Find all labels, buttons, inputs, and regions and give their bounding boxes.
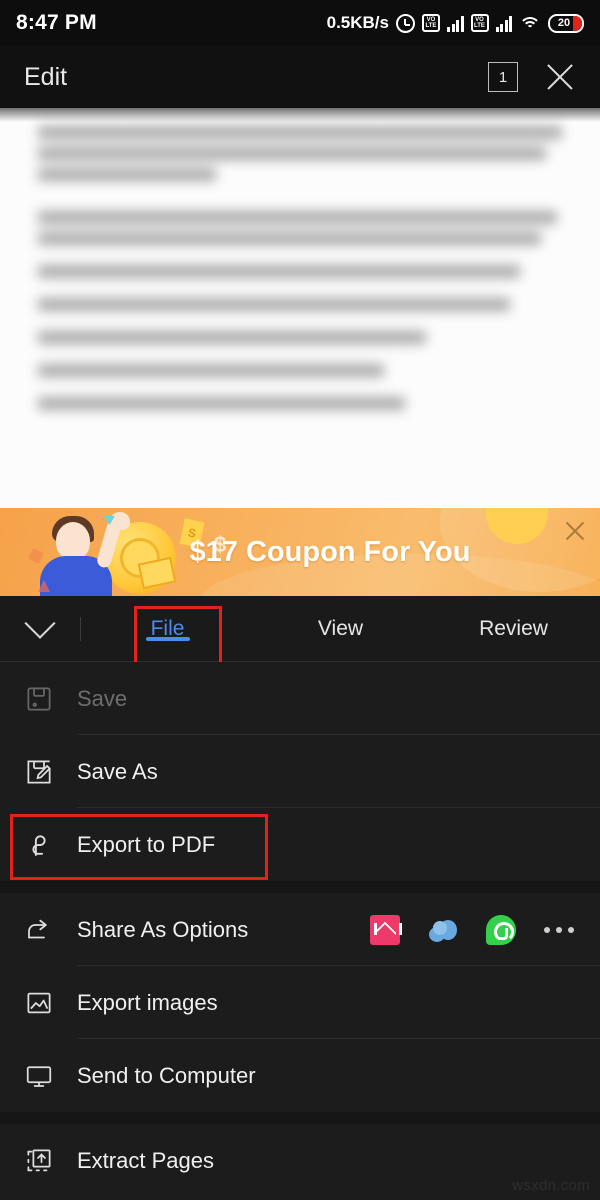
banner-close-icon[interactable] — [564, 520, 586, 542]
menu-item-export-to-pdf-label: Export to PDF — [77, 831, 216, 857]
menu-item-send-to-computer[interactable]: Send to Computer — [0, 1039, 600, 1112]
collapse-ribbon-button[interactable] — [0, 607, 80, 640]
status-icons: 0.5KB/s VO LTE VO LTE 20 — [327, 13, 584, 33]
menu-item-share-as-options[interactable]: Share As Options — [0, 893, 600, 966]
document-top-shadow — [0, 108, 600, 122]
tab-view-label: View — [317, 616, 364, 640]
page-title: Edit — [24, 62, 68, 91]
document-blurred-text — [38, 126, 562, 410]
chevron-down-icon — [24, 607, 56, 639]
save-as-icon — [0, 757, 77, 787]
banner-title: $17 Coupon For You — [189, 535, 471, 568]
cloud-icon[interactable] — [428, 915, 458, 945]
share-icon — [0, 915, 77, 945]
whatsapp-icon[interactable] — [486, 914, 516, 945]
status-bar: 8:47 PM 0.5KB/s VO LTE VO LTE 20 — [0, 0, 600, 46]
wifi-icon — [519, 15, 541, 32]
watermark: wsxdn.com — [512, 1177, 590, 1194]
signal-sim1-icon — [447, 15, 464, 32]
ribbon-tab-bar: File View Review — [0, 596, 600, 662]
save-icon — [0, 684, 77, 714]
menu-item-extract-pages[interactable]: Extract Pages — [0, 1124, 600, 1197]
menu-item-share-as-options-label: Share As Options — [77, 916, 249, 942]
network-speed-label: 0.5KB/s — [326, 13, 389, 32]
coupon-banner[interactable]: S $ $17 Coupon For You — [0, 508, 600, 596]
image-icon — [0, 988, 77, 1018]
menu-item-export-to-pdf[interactable]: Export to PDF — [0, 808, 600, 881]
tab-active-underline — [145, 636, 190, 641]
menu-item-extract-pages-label: Extract Pages — [77, 1147, 214, 1173]
status-clock: 8:47 PM — [16, 11, 97, 34]
export-pdf-icon — [0, 830, 77, 860]
file-menu-list: Save Save As Export to PDF Share As Opti… — [0, 662, 600, 1197]
more-icon[interactable] — [544, 915, 574, 945]
battery-percent-label: 20 — [557, 17, 571, 29]
menu-item-export-images[interactable]: Export images — [0, 966, 600, 1039]
app-bar-actions: 1 — [488, 61, 576, 93]
monitor-icon — [0, 1061, 77, 1091]
app-bar: Edit 1 — [0, 46, 600, 108]
menu-group-divider — [0, 881, 600, 893]
alarm-icon — [396, 13, 415, 33]
close-icon[interactable] — [544, 61, 576, 93]
menu-item-save-label: Save — [77, 685, 128, 711]
email-icon[interactable] — [370, 914, 402, 945]
tab-view[interactable]: View — [254, 617, 427, 641]
menu-group-divider — [0, 1112, 600, 1124]
battery-indicator: 20 — [548, 13, 584, 33]
share-targets — [370, 914, 600, 945]
phone-screen: 8:47 PM 0.5KB/s VOLTE VOLTE 20 Edit 1 — [0, 0, 600, 1200]
volte-sim1-icon: VO LTE — [422, 14, 440, 32]
document-preview[interactable] — [0, 108, 600, 508]
menu-item-save-as-label: Save As — [77, 758, 158, 784]
tab-review-label: Review — [479, 616, 548, 640]
page-count-badge[interactable]: 1 — [488, 62, 518, 92]
signal-sim2-icon — [495, 15, 512, 32]
volte-sim2-icon: VO LTE — [470, 14, 489, 32]
tab-file[interactable]: File — [81, 617, 254, 641]
menu-item-save[interactable]: Save — [0, 662, 600, 735]
extract-pages-icon — [0, 1146, 77, 1176]
menu-item-send-to-computer-label: Send to Computer — [77, 1062, 256, 1088]
menu-item-export-images-label: Export images — [77, 989, 218, 1015]
tab-list: File View Review — [81, 617, 600, 641]
menu-item-save-as[interactable]: Save As — [0, 735, 600, 808]
tab-review[interactable]: Review — [427, 617, 600, 641]
